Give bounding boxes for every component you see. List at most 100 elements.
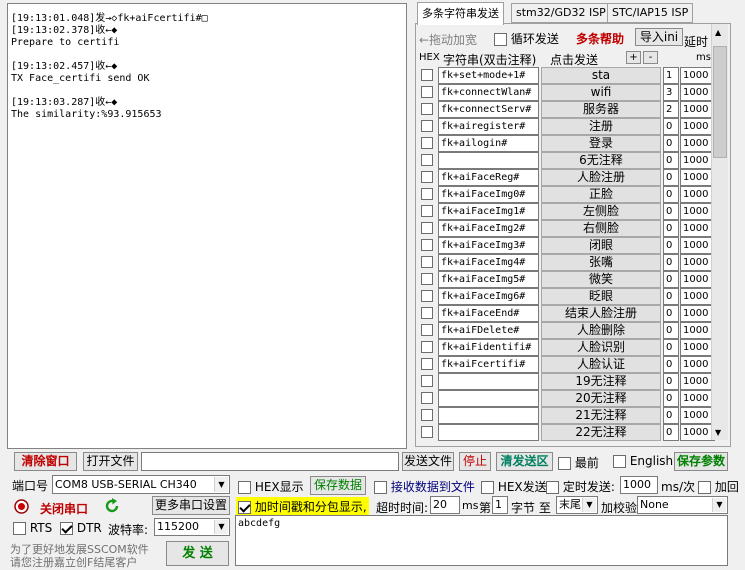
row-string-input[interactable]: fk+aiFidentifi# [438,339,539,356]
row-hex-checkbox[interactable] [421,324,433,336]
row-order-input[interactable]: 0 [663,407,679,424]
row-order-input[interactable]: 1 [663,67,679,84]
row-send-button[interactable]: 张嘴 [541,254,661,271]
checksum-select[interactable]: None ▼ [637,496,728,514]
row-string-input[interactable]: fk+aiFcertifi# [438,356,539,373]
receive-to-file-toggle[interactable]: 接收数据到文件 [374,478,475,495]
row-order-input[interactable]: 0 [663,237,679,254]
row-delay-input[interactable]: 1000 [680,152,715,169]
english-checkbox[interactable] [613,455,626,468]
row-delay-input[interactable]: 1000 [680,407,715,424]
row-hex-checkbox[interactable] [421,222,433,234]
row-send-button[interactable]: 右侧脸 [541,220,661,237]
rts-checkbox[interactable] [13,522,26,535]
row-delay-input[interactable]: 1000 [680,220,715,237]
tab-multi-string[interactable]: 多条字符串发送 [417,2,504,25]
receive-log[interactable]: [19:13:01.048]发→◇fk+aiFcertifi#□ [19:13:0… [7,3,407,449]
row-delay-input[interactable]: 1000 [680,339,715,356]
dtr-toggle[interactable]: DTR [60,521,102,535]
row-delay-input[interactable]: 1000 [680,424,715,441]
open-file-button[interactable]: 打开文件 [83,452,138,471]
row-order-input[interactable]: 0 [663,186,679,203]
row-string-input[interactable]: fk+aiFaceImg5# [438,271,539,288]
send-text-area[interactable]: abcdefg [235,515,728,566]
scroll-down-icon[interactable]: ▼ [715,428,721,437]
row-send-button[interactable]: wifi [541,84,661,101]
row-send-button[interactable]: 人脸识别 [541,339,661,356]
row-string-input[interactable]: fk+aiFaceImg0# [438,186,539,203]
row-send-button[interactable]: 20无注释 [541,390,661,407]
clear-send-area-button[interactable]: 清发送区 [496,452,553,471]
row-order-input[interactable]: 0 [663,152,679,169]
row-delay-input[interactable]: 1000 [680,356,715,373]
row-order-input[interactable]: 0 [663,424,679,441]
row-string-input[interactable] [438,373,539,390]
save-params-button[interactable]: 保存参数 [674,452,728,471]
row-hex-checkbox[interactable] [421,273,433,285]
row-order-input[interactable]: 0 [663,271,679,288]
row-order-input[interactable]: 0 [663,169,679,186]
row-send-button[interactable]: 闭眼 [541,237,661,254]
row-hex-checkbox[interactable] [421,171,433,183]
row-hex-checkbox[interactable] [421,103,433,115]
promo-line-2[interactable]: 请您注册嘉立创F结尾客户 [10,554,137,570]
hex-display-toggle[interactable]: HEX显示 [238,478,304,495]
row-hex-checkbox[interactable] [421,120,433,132]
row-order-input[interactable]: 3 [663,84,679,101]
refresh-icon[interactable] [103,497,121,515]
row-string-input[interactable]: fk+aiFaceEnd# [438,305,539,322]
byte-start-input[interactable]: 1 [492,496,508,514]
timed-interval-input[interactable]: 1000 [620,476,658,494]
file-path-input[interactable] [141,452,399,471]
row-string-input[interactable] [438,424,539,441]
scrollbar-thumb[interactable] [713,46,727,158]
row-delay-input[interactable]: 1000 [680,186,715,203]
row-send-button[interactable]: 21无注释 [541,407,661,424]
row-delay-input[interactable]: 1000 [680,254,715,271]
row-string-input[interactable]: fk+connectWlan# [438,84,539,101]
row-order-input[interactable]: 0 [663,373,679,390]
row-order-input[interactable]: 0 [663,322,679,339]
row-delay-input[interactable]: 1000 [680,322,715,339]
row-string-input[interactable]: fk+aiFaceImg3# [438,237,539,254]
port-select[interactable]: COM8 USB-SERIAL CH340 ▼ [52,475,230,494]
row-send-button[interactable]: 人脸注册 [541,169,661,186]
multi-send-scrollbar[interactable]: ▲ ▼ [711,24,728,440]
row-string-input[interactable] [438,152,539,169]
loop-send-toggle[interactable]: 循环发送 [494,30,559,47]
row-send-button[interactable]: 登录 [541,135,661,152]
row-send-button[interactable]: 注册 [541,118,661,135]
timed-send-toggle[interactable]: 定时发送: [546,478,615,495]
row-hex-checkbox[interactable] [421,392,433,404]
row-string-input[interactable]: fk+aiFaceImg2# [438,220,539,237]
row-order-input[interactable]: 0 [663,135,679,152]
timestamp-toggle[interactable]: 加时间戳和分包显示, [236,497,369,517]
row-hex-checkbox[interactable] [421,137,433,149]
dtr-checkbox[interactable] [60,522,73,535]
english-toggle[interactable]: English [613,454,673,468]
row-send-button[interactable]: sta [541,67,661,84]
row-delay-input[interactable]: 1000 [680,373,715,390]
row-string-input[interactable]: fk+aiFaceReg# [438,169,539,186]
loop-send-checkbox[interactable] [494,33,507,46]
receive-to-file-checkbox[interactable] [374,481,387,494]
scroll-up-icon[interactable]: ▲ [715,28,721,37]
row-send-button[interactable]: 6无注释 [541,152,661,169]
byte-end-select[interactable]: 末尾 ▼ [556,496,598,514]
timestamp-checkbox[interactable] [238,501,251,514]
add-row-button[interactable]: + [626,51,641,64]
row-send-button[interactable]: 微笑 [541,271,661,288]
row-order-input[interactable]: 0 [663,118,679,135]
row-order-input[interactable]: 0 [663,203,679,220]
row-delay-input[interactable]: 1000 [680,203,715,220]
row-hex-checkbox[interactable] [421,69,433,81]
row-string-input[interactable]: fk+set+mode+1# [438,67,539,84]
stop-button[interactable]: 停止 [459,452,491,471]
row-hex-checkbox[interactable] [421,256,433,268]
row-hex-checkbox[interactable] [421,409,433,421]
send-file-button[interactable]: 发送文件 [402,452,454,471]
row-string-input[interactable]: fk+ailogin# [438,135,539,152]
row-send-button[interactable]: 左侧脸 [541,203,661,220]
rts-toggle[interactable]: RTS [13,521,52,535]
row-send-button[interactable]: 19无注释 [541,373,661,390]
